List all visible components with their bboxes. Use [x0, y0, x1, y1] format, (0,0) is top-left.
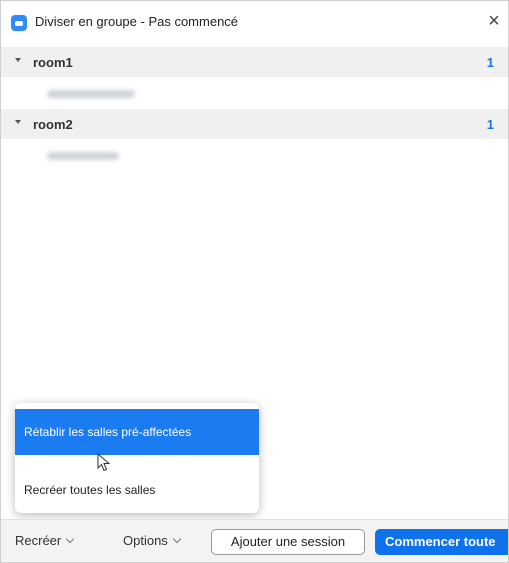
- room-header-room2[interactable]: room2 1: [1, 109, 508, 139]
- breakout-rooms-window: Diviser en groupe - Pas commencé × room1…: [0, 0, 509, 563]
- room-participant-count: 1: [486, 117, 494, 132]
- chevron-down-icon: [15, 58, 21, 62]
- room-name: room2: [33, 117, 73, 132]
- recreate-dropdown[interactable]: Recréer: [15, 533, 75, 548]
- room-participant-count: 1: [486, 55, 494, 70]
- participant-name-blurred: [47, 152, 119, 160]
- window-title: Diviser en groupe - Pas commencé: [35, 14, 239, 29]
- close-icon[interactable]: ×: [484, 11, 504, 31]
- room-name: room1: [33, 55, 73, 70]
- menu-item-restore-preassigned-rooms[interactable]: Rétablir les salles pré-affectées: [15, 409, 259, 455]
- recreate-menu: Rétablir les salles pré-affectées Recrée…: [15, 403, 259, 513]
- participant-row[interactable]: [1, 79, 508, 109]
- add-session-button[interactable]: Ajouter une session: [211, 529, 365, 555]
- participant-name-blurred: [47, 90, 135, 98]
- options-dropdown[interactable]: Options: [123, 533, 182, 548]
- chevron-down-icon: [66, 534, 75, 544]
- options-label: Options: [123, 533, 168, 548]
- participant-row[interactable]: [1, 141, 508, 171]
- chevron-down-icon: [15, 120, 21, 124]
- recreate-label: Recréer: [15, 533, 62, 548]
- start-all-button[interactable]: Commencer toute: [375, 529, 508, 555]
- room-header-room1[interactable]: room1 1: [1, 47, 508, 77]
- zoom-camera-icon: [11, 15, 27, 31]
- chevron-down-icon: [172, 534, 182, 544]
- menu-item-recreate-all-rooms[interactable]: Recréer toutes les salles: [15, 467, 259, 513]
- mouse-cursor-icon: [97, 453, 111, 472]
- bottom-toolbar: Recréer Options Ajouter une session Comm…: [1, 519, 508, 562]
- title-bar: Diviser en groupe - Pas commencé ×: [1, 1, 508, 41]
